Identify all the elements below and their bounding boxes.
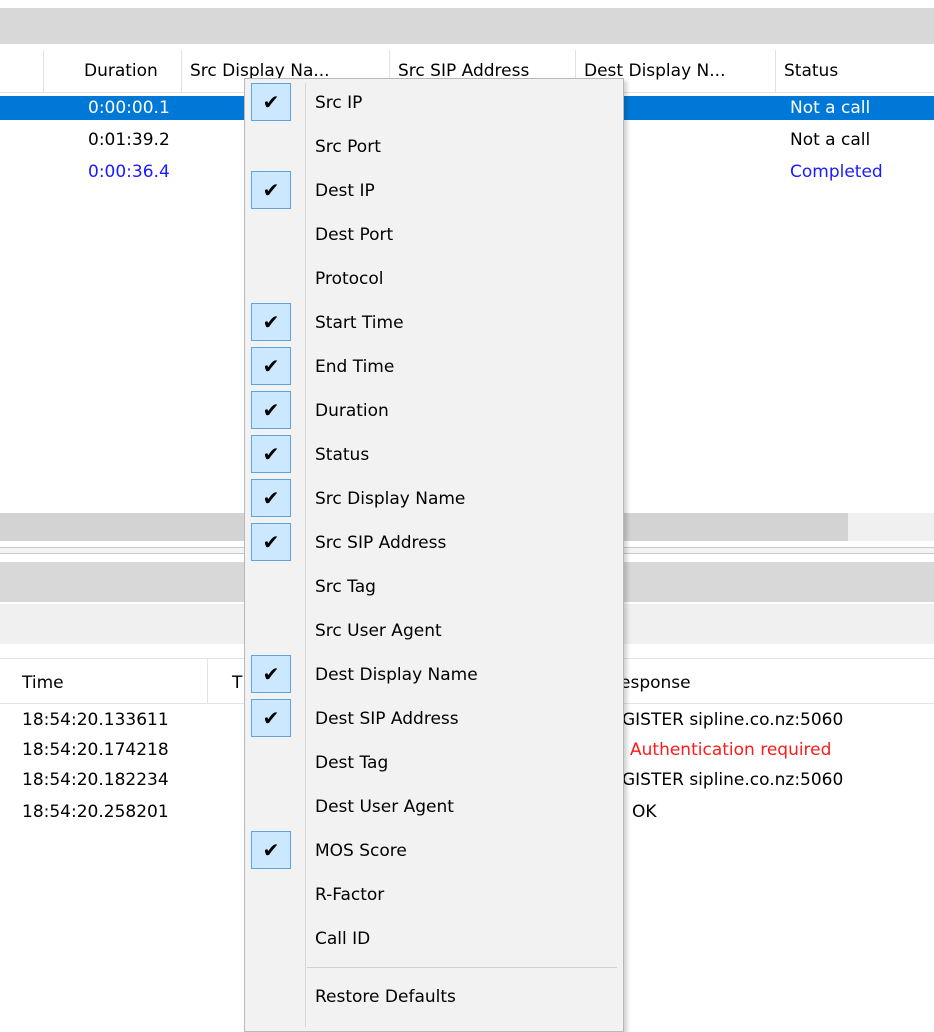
call-duration: 0:01:39.2 — [88, 130, 170, 150]
checkmark-icon: ✔ — [251, 655, 291, 693]
top-toolbar-bar — [0, 8, 934, 44]
checkmark-icon: ✔ — [251, 435, 291, 473]
message-time: 18:54:20.174218 — [22, 740, 169, 760]
menu-item-label: Dest User Agent — [315, 797, 454, 817]
menu-item-label: Src Display Name — [315, 489, 466, 509]
menu-item-protocol[interactable]: Protocol — [245, 257, 621, 301]
menu-item-label: R-Factor — [315, 885, 385, 905]
menu-item-label: Dest SIP Address — [315, 709, 459, 729]
menu-item-label: Status — [315, 445, 370, 465]
menu-item-label: Protocol — [315, 269, 384, 289]
menu-item-label: Dest Port — [315, 225, 394, 245]
menu-item-src-user-agent[interactable]: Src User Agent — [245, 609, 621, 653]
column-chooser-context-menu: ✔ Src IP Src Port ✔ Dest IP Dest Port Protocol… — [244, 78, 624, 1032]
checkmark-icon: ✔ — [251, 831, 291, 869]
checkmark-icon: ✔ — [251, 479, 291, 517]
column-header-response[interactable]: esponse — [612, 659, 934, 703]
call-status: Completed — [790, 162, 883, 182]
checkmark-icon: ✔ — [251, 523, 291, 561]
menu-separator — [307, 967, 617, 968]
call-status: Not a call — [790, 98, 871, 118]
checkmark-icon: ✔ — [251, 171, 291, 209]
message-response: Authentication required — [630, 740, 832, 760]
horizontal-scrollbar-track[interactable] — [848, 513, 934, 541]
menu-item-label: MOS Score — [315, 841, 407, 861]
menu-item-label: Src IP — [315, 93, 363, 113]
menu-item-dest-user-agent[interactable]: Dest User Agent — [245, 785, 621, 829]
menu-item-end-time[interactable]: ✔ End Time — [245, 345, 621, 389]
column-header-time[interactable]: Time — [0, 659, 208, 703]
header-spacer — [0, 50, 44, 92]
call-status: Not a call — [790, 130, 871, 150]
menu-item-label: Dest IP — [315, 181, 375, 201]
menu-item-src-port[interactable]: Src Port — [245, 125, 621, 169]
menu-item-dest-display-name[interactable]: ✔ Dest Display Name — [245, 653, 621, 697]
menu-item-label: Dest Display Name — [315, 665, 478, 685]
menu-item-call-id[interactable]: Call ID — [245, 917, 621, 961]
message-response: GISTER sipline.co.nz:5060 — [622, 770, 844, 790]
checkmark-icon: ✔ — [251, 83, 291, 121]
menu-item-label: Src Port — [315, 137, 381, 157]
menu-item-mos-score[interactable]: ✔ MOS Score — [245, 829, 621, 873]
menu-item-label: Src Tag — [315, 577, 376, 597]
message-response: GISTER sipline.co.nz:5060 — [622, 710, 844, 730]
checkmark-icon: ✔ — [251, 699, 291, 737]
menu-item-src-sip-address[interactable]: ✔ Src SIP Address — [245, 521, 621, 565]
call-duration: 0:00:36.4 — [88, 162, 170, 182]
call-duration: 0:00:00.1 — [88, 98, 170, 118]
menu-item-dest-sip-address[interactable]: ✔ Dest SIP Address — [245, 697, 621, 741]
menu-item-label: Src User Agent — [315, 621, 442, 641]
menu-item-r-factor[interactable]: R-Factor — [245, 873, 621, 917]
menu-item-src-display-name[interactable]: ✔ Src Display Name — [245, 477, 621, 521]
menu-item-duration[interactable]: ✔ Duration — [245, 389, 621, 433]
checkmark-icon: ✔ — [251, 391, 291, 429]
menu-item-dest-tag[interactable]: Dest Tag — [245, 741, 621, 785]
column-header-status[interactable]: Status — [776, 50, 934, 92]
menu-item-label: Start Time — [315, 313, 404, 333]
checkmark-icon: ✔ — [251, 303, 291, 341]
menu-item-src-tag[interactable]: Src Tag — [245, 565, 621, 609]
checkmark-icon: ✔ — [251, 347, 291, 385]
menu-item-dest-ip[interactable]: ✔ Dest IP — [245, 169, 621, 213]
restore-defaults-menu-item[interactable]: Restore Defaults — [245, 975, 621, 1019]
message-time: 18:54:20.258201 — [22, 802, 169, 822]
menu-item-label: Call ID — [315, 929, 371, 949]
menu-item-label: Src SIP Address — [315, 533, 447, 553]
menu-item-label: End Time — [315, 357, 395, 377]
menu-item-src-ip[interactable]: ✔ Src IP — [245, 81, 621, 125]
message-time: 18:54:20.182234 — [22, 770, 169, 790]
menu-item-label: Restore Defaults — [315, 987, 456, 1007]
message-response: OK — [632, 802, 657, 822]
message-time: 18:54:20.133611 — [22, 710, 169, 730]
menu-item-dest-port[interactable]: Dest Port — [245, 213, 621, 257]
menu-item-status[interactable]: ✔ Status — [245, 433, 621, 477]
menu-item-label: Duration — [315, 401, 389, 421]
menu-item-label: Dest Tag — [315, 753, 389, 773]
menu-item-start-time[interactable]: ✔ Start Time — [245, 301, 621, 345]
column-header-duration[interactable]: Duration — [76, 50, 182, 92]
